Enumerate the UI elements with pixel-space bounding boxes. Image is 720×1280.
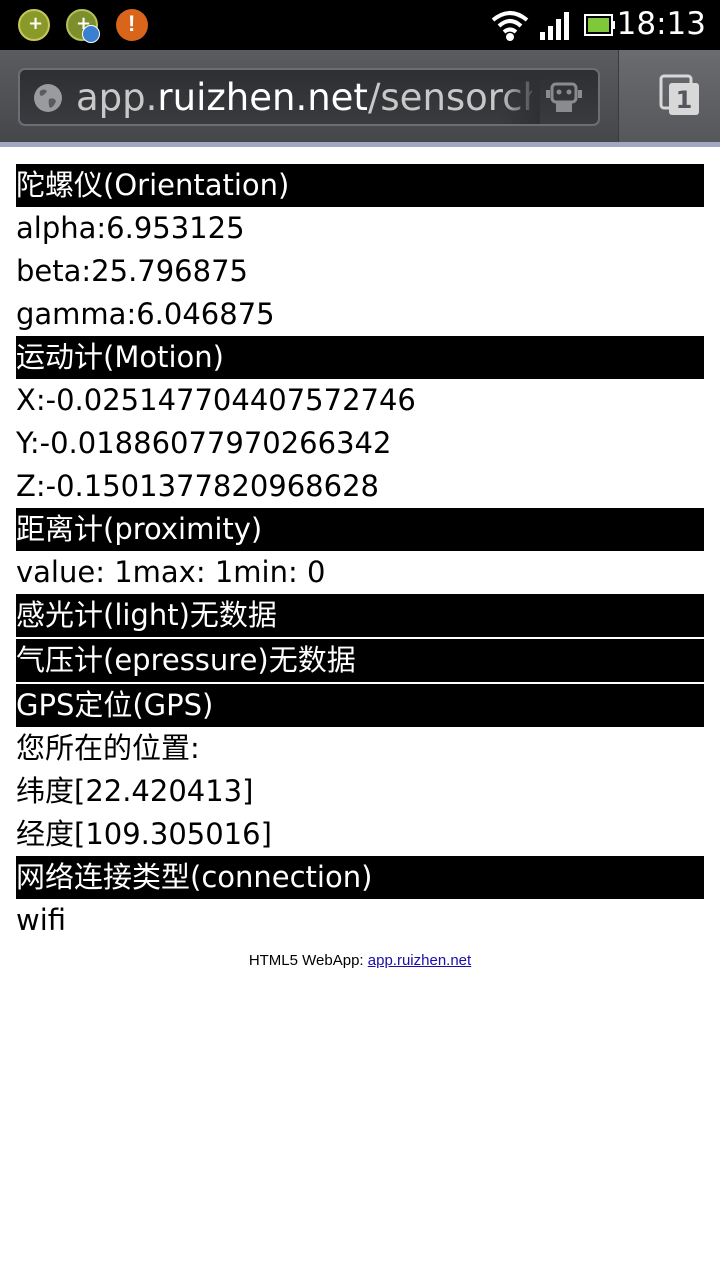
connection-value: wifi <box>16 903 67 937</box>
tabs-icon[interactable]: 1 <box>659 74 703 118</box>
robot-icon[interactable] <box>544 80 584 116</box>
footer: HTML5 WebApp: app.ruizhen.net <box>0 952 720 969</box>
motion-header: 运动计(Motion) <box>16 336 704 379</box>
sensor-page: 陀螺仪(Orientation) alpha:6.953125 beta:25.… <box>16 164 704 942</box>
wifi-icon <box>491 11 529 41</box>
url-fade <box>500 70 540 124</box>
motion-x: X:-0.025147704407572746 <box>16 383 416 417</box>
url-text[interactable]: app.ruizhen.net/sensorche <box>76 76 532 120</box>
tabs-area: 1 <box>618 50 720 142</box>
signal-icon <box>540 12 569 40</box>
alert-notification-icon[interactable]: ! <box>116 9 148 41</box>
game-update-notification-icon[interactable]: + <box>66 9 100 43</box>
globe-icon <box>34 84 62 112</box>
proximity-value: value: 1max: 1min: 0 <box>16 555 326 589</box>
gps-longitude: 经度[109.305016] <box>16 817 272 851</box>
clock: 18:13 <box>616 6 706 42</box>
footer-link[interactable]: app.ruizhen.net <box>368 952 471 969</box>
toolbar-divider <box>0 142 720 147</box>
connection-header: 网络连接类型(connection) <box>16 856 704 899</box>
gps-location-label: 您所在的位置: <box>16 731 200 765</box>
motion-z: Z:-0.1501377820968628 <box>16 469 379 503</box>
orientation-alpha: alpha:6.953125 <box>16 211 245 245</box>
light-header: 感光计(light)无数据 <box>16 594 704 637</box>
orientation-beta: beta:25.796875 <box>16 254 248 288</box>
orientation-header: 陀螺仪(Orientation) <box>16 164 704 207</box>
battery-icon <box>584 14 615 36</box>
footer-text: HTML5 WebApp: <box>248 952 368 969</box>
game-notification-icon[interactable]: + <box>18 9 50 41</box>
motion-y: Y:-0.01886077970266342 <box>16 426 392 460</box>
pressure-header: 气压计(epressure)无数据 <box>16 639 704 682</box>
gps-latitude: 纬度[22.420413] <box>16 774 254 808</box>
orientation-gamma: gamma:6.046875 <box>16 297 275 331</box>
browser-toolbar: app.ruizhen.net/sensorche 1 <box>0 50 720 142</box>
proximity-header: 距离计(proximity) <box>16 508 704 551</box>
gps-header: GPS定位(GPS) <box>16 684 704 727</box>
svg-text:1: 1 <box>676 86 693 114</box>
url-field[interactable]: app.ruizhen.net/sensorche <box>18 68 600 126</box>
status-bar: + + ! 18:13 <box>0 0 720 50</box>
